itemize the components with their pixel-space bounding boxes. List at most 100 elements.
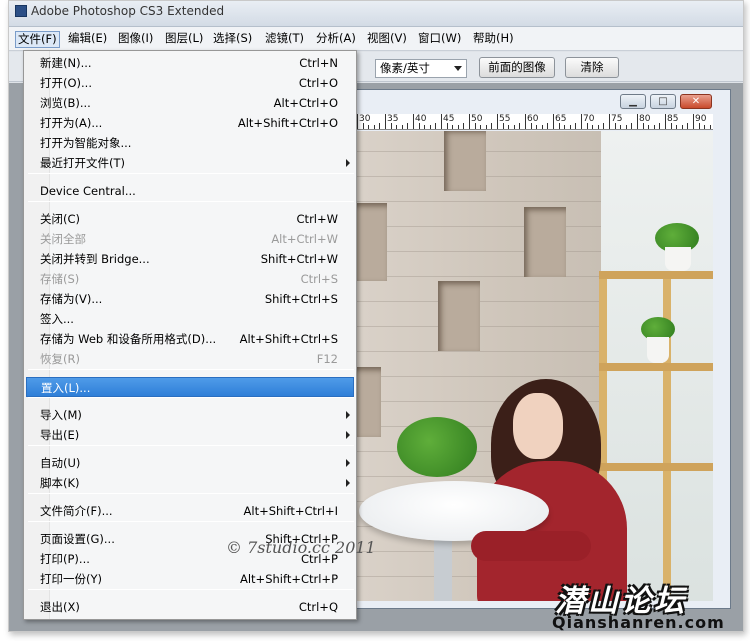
menu-item-shortcut: Ctrl+Q <box>298 600 338 614</box>
ruler-tick <box>401 125 403 129</box>
ruler-tick <box>373 125 375 129</box>
menu-item-shortcut: Ctrl+N <box>299 56 338 70</box>
menu-item-label: 文件简介(F)... <box>40 504 113 518</box>
file-menu-item-automate[interactable]: 自动(U) <box>26 453 354 473</box>
menu-layer[interactable]: 图层(L) <box>163 31 205 48</box>
file-menu-item-exit[interactable]: 退出(X) Ctrl+Q <box>26 597 354 617</box>
menu-item-label: 新建(N)... <box>40 56 92 70</box>
ruler-tick <box>429 125 431 129</box>
file-menu-item-file-info[interactable]: 文件简介(F)... Alt+Shift+Ctrl+I <box>26 501 354 521</box>
horizontal-ruler: 30 35 40 45 50 55 60 65 70 75 80 85 90 <box>351 114 713 130</box>
menu-item-shortcut: Alt+Shift+Ctrl+P <box>239 572 338 586</box>
menu-item-label: 存储(S) <box>40 272 80 286</box>
front-image-button[interactable]: 前面的图像 <box>479 57 555 78</box>
file-menu-item-save[interactable]: 存储(S) Ctrl+S <box>26 269 354 289</box>
copyright-watermark: © 7studio.cc 2011 <box>226 538 376 557</box>
menu-filter[interactable]: 滤镜(T) <box>263 31 306 48</box>
minimize-icon: ▁ <box>629 96 637 107</box>
file-menu-item-close-and-go-to-bridge[interactable]: 关闭并转到 Bridge... Shift+Ctrl+W <box>26 249 354 269</box>
file-menu-item-browse[interactable]: 浏览(B)... Alt+Ctrl+O <box>26 93 354 113</box>
file-menu-item-device-central[interactable]: Device Central... <box>26 181 354 201</box>
clear-button[interactable]: 清除 <box>565 57 619 78</box>
minimize-button[interactable]: ▁ <box>620 94 646 109</box>
document-window: ▁ □ ✕ 30 35 40 45 50 55 60 65 70 75 80 85 90 <box>305 89 731 609</box>
menu-item-label: 导出(E) <box>40 428 80 442</box>
ruler-tick <box>581 114 582 129</box>
menu-item-label: 置入(L)... <box>41 381 91 395</box>
menu-view[interactable]: 视图(V) <box>365 31 409 48</box>
file-menu-item-export[interactable]: 导出(E) <box>26 425 354 445</box>
units-select[interactable]: 像素/英寸 <box>375 59 467 78</box>
menu-select[interactable]: 选择(S) <box>211 31 254 48</box>
menu-edit[interactable]: 编辑(E) <box>66 31 109 48</box>
photo-shelf <box>599 363 713 371</box>
menu-analysis[interactable]: 分析(A) <box>314 31 358 48</box>
ruler-tick <box>603 123 605 129</box>
file-menu-item-revert[interactable]: 恢复(R) F12 <box>26 349 354 369</box>
ruler-label: 65 <box>555 114 567 124</box>
ruler-label: 80 <box>639 114 651 124</box>
ruler-tick <box>357 114 358 129</box>
menu-file[interactable]: 文件(F) <box>15 31 60 48</box>
file-menu-item-open-as-smart-object[interactable]: 打开为智能对象... <box>26 133 354 153</box>
submenu-arrow-icon <box>346 411 350 419</box>
menu-item-shortcut: Alt+Shift+Ctrl+O <box>237 116 338 130</box>
menu-bar: 文件(F) 编辑(E) 图像(I) 图层(L) 选择(S) 滤镜(T) 分析(A… <box>9 27 743 51</box>
ruler-tick <box>564 125 566 129</box>
ruler-tick <box>407 123 409 129</box>
file-menu-item-import[interactable]: 导入(M) <box>26 405 354 425</box>
file-menu-item-close-all[interactable]: 关闭全部 Alt+Ctrl+W <box>26 229 354 249</box>
ruler-tick <box>609 114 610 129</box>
ruler-tick <box>385 114 386 129</box>
ruler-tick <box>508 125 510 129</box>
ruler-tick <box>413 114 414 129</box>
menu-window[interactable]: 窗口(W) <box>416 31 463 48</box>
menu-separator <box>28 589 354 590</box>
ruler-tick <box>625 125 627 129</box>
file-menu-item-save-as[interactable]: 存储为(V)... Shift+Ctrl+S <box>26 289 354 309</box>
file-menu-item-check-in[interactable]: 签入... <box>26 309 354 329</box>
menu-separator <box>28 369 354 370</box>
menu-item-label: 签入... <box>40 312 74 326</box>
ruler-tick <box>424 125 426 129</box>
ruler-label: 90 <box>695 114 707 124</box>
file-menu-item-place[interactable]: 置入(L)... <box>26 377 354 397</box>
ruler-tick <box>547 123 549 129</box>
file-menu-item-scripts[interactable]: 脚本(K) <box>26 473 354 493</box>
photo-wall-niche <box>444 131 486 191</box>
file-menu-item-print-one-copy[interactable]: 打印一份(Y) Alt+Shift+Ctrl+P <box>26 569 354 589</box>
ruler-tick <box>396 125 398 129</box>
menu-separator <box>28 445 354 446</box>
ruler-tick <box>441 114 442 129</box>
screenshot: Adobe Photoshop CS3 Extended 文件(F) 编辑(E)… <box>0 0 750 641</box>
submenu-arrow-icon <box>346 479 350 487</box>
menu-item-label: 页面设置(G)... <box>40 532 115 546</box>
ruler-tick <box>469 114 470 129</box>
ruler-tick <box>452 125 454 129</box>
menu-help[interactable]: 帮助(H) <box>471 31 516 48</box>
file-menu-item-save-for-web[interactable]: 存储为 Web 和设备所用格式(D)... Alt+Shift+Ctrl+S <box>26 329 354 349</box>
menu-item-label: Device Central... <box>40 184 136 198</box>
photo-table-plant <box>397 417 477 477</box>
menu-item-label: 关闭(C) <box>40 212 81 226</box>
ruler-tick <box>553 114 554 129</box>
ruler-tick <box>687 123 689 129</box>
file-menu-item-new[interactable]: 新建(N)... Ctrl+N <box>26 53 354 73</box>
ruler-tick <box>485 125 487 129</box>
menu-item-label: 打开为(A)... <box>40 116 103 130</box>
maximize-button[interactable]: □ <box>650 94 676 109</box>
file-menu-item-open-as[interactable]: 打开为(A)... Alt+Shift+Ctrl+O <box>26 113 354 133</box>
ruler-tick <box>648 125 650 129</box>
close-button[interactable]: ✕ <box>680 94 712 109</box>
file-menu-item-open[interactable]: 打开(O)... Ctrl+O <box>26 73 354 93</box>
ruler-tick <box>693 114 694 129</box>
file-menu-item-close[interactable]: 关闭(C) Ctrl+W <box>26 209 354 229</box>
menu-item-shortcut: Shift+Ctrl+S <box>264 292 338 306</box>
photo-shelf <box>599 271 713 279</box>
file-menu-item-recent-files[interactable]: 最近打开文件(T) <box>26 153 354 173</box>
photo-pot <box>665 247 691 271</box>
menu-item-label: 打印一份(Y) <box>40 572 102 586</box>
ruler-tick <box>676 125 678 129</box>
menu-image[interactable]: 图像(I) <box>116 31 155 48</box>
menu-item-shortcut: F12 <box>316 352 338 366</box>
